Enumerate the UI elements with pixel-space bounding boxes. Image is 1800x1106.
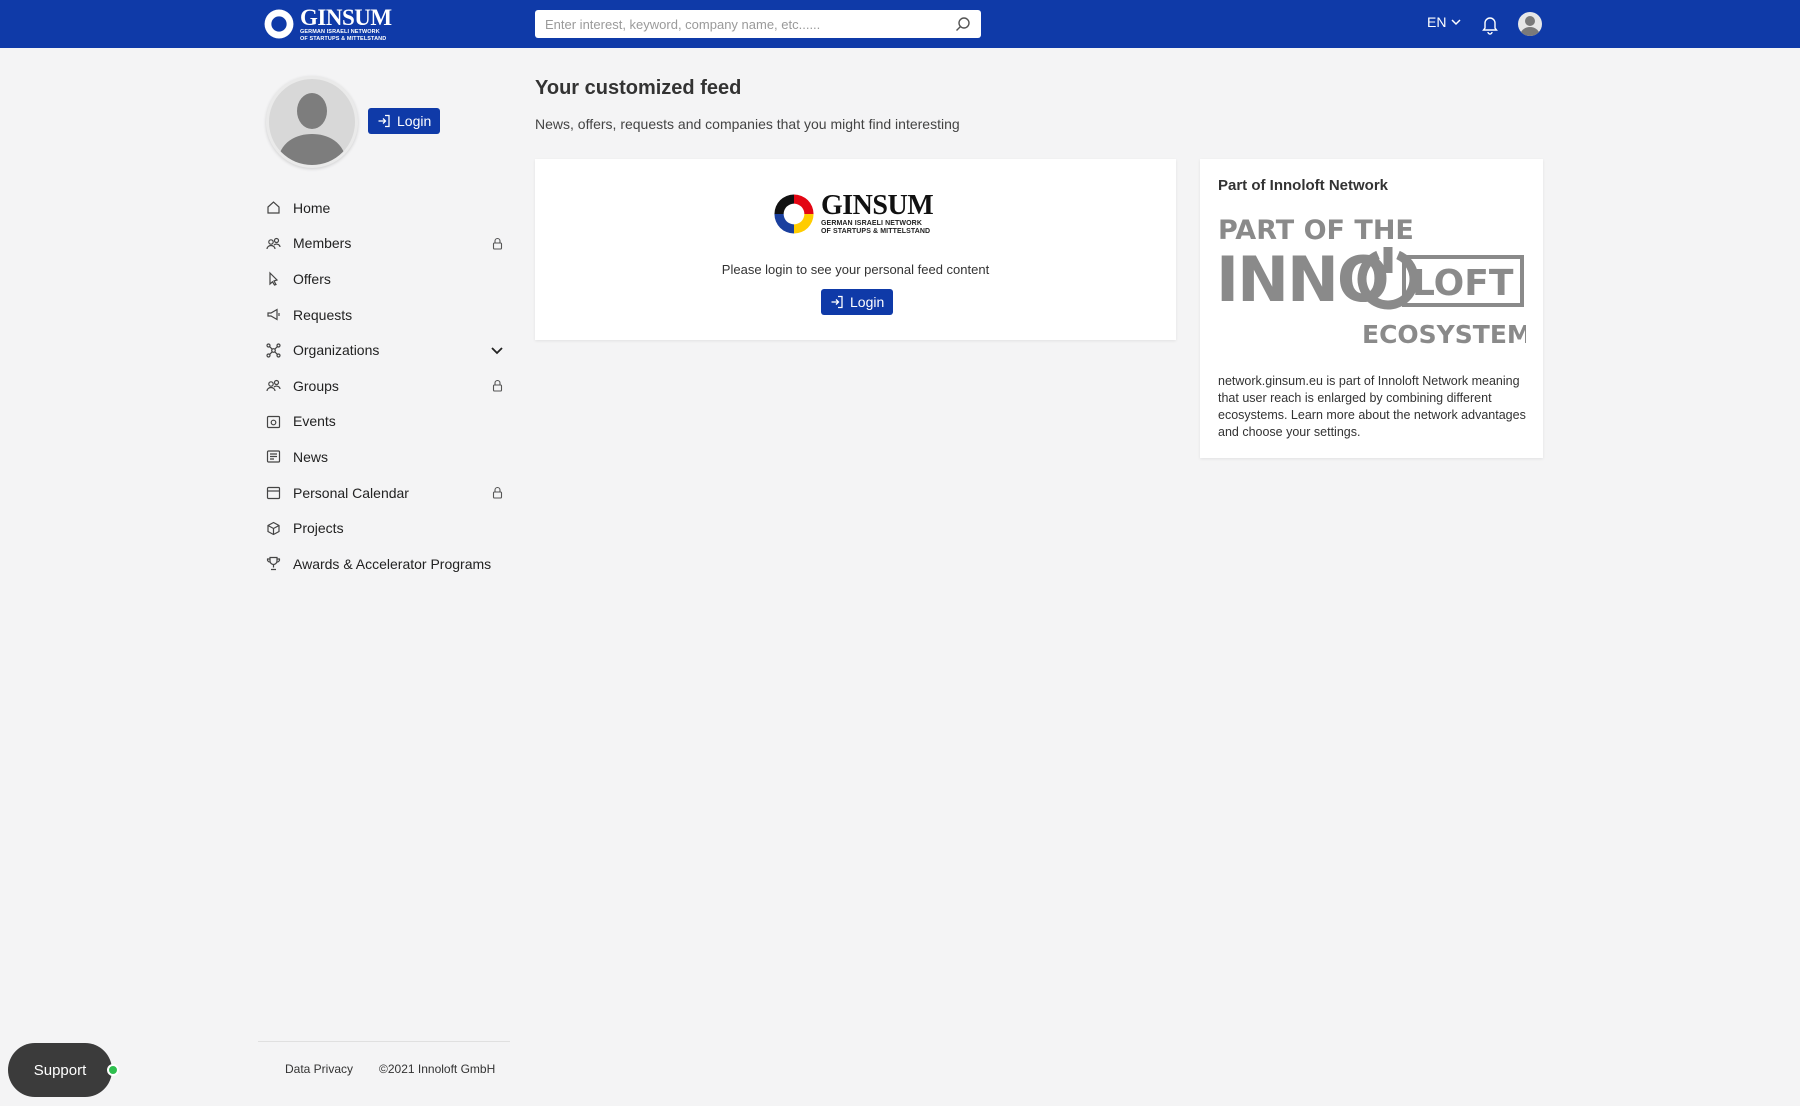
logo-line-1: PART OF THE (1218, 215, 1414, 246)
sidebar-item-label: News (293, 448, 329, 465)
sidebar-nav: Home Members Offers Requests Organizatio… (266, 190, 504, 582)
home-icon (267, 201, 280, 214)
sidebar-item-label: Events (293, 413, 336, 430)
sidebar-item-requests[interactable]: Requests (266, 297, 504, 333)
chevron-down-icon[interactable] (490, 343, 504, 357)
sidebar-item-label: Offers (293, 270, 331, 287)
sidebar-item-members[interactable]: Members (266, 226, 504, 262)
sidebar-item-label: Groups (293, 377, 339, 394)
logo-ecosystem: ECOSYSTEM (1362, 320, 1526, 349)
sidebar-item-label: Members (293, 235, 352, 252)
logo-loft: LOFT (1412, 263, 1514, 304)
brand-subtitle-line: OF STARTUPS & MITTELSTAND (821, 228, 931, 235)
search-icon[interactable] (955, 16, 971, 32)
sidebar-footer: Data Privacy ©2021 Innoloft GmbH (285, 1062, 495, 1076)
sidebar-item-groups[interactable]: Groups (266, 368, 504, 404)
sidebar-item-home[interactable]: Home (266, 190, 504, 226)
megaphone-icon (267, 308, 280, 321)
brand-logo[interactable]: GINSUM GERMAN ISRAELI NETWORK OF STARTUP… (262, 6, 392, 42)
login-icon (831, 295, 843, 309)
data-privacy-link[interactable]: Data Privacy (285, 1062, 353, 1076)
page-subtitle: News, offers, requests and companies tha… (535, 116, 960, 132)
search-input[interactable] (545, 16, 955, 32)
ginsum-logo-icon (264, 9, 294, 39)
feed-login-card: GINSUM GERMAN ISRAELI NETWORK OF STARTUP… (535, 159, 1176, 340)
profile-avatar (266, 76, 358, 168)
innoloft-network-card: Part of Innoloft Network PART OF THE INN… (1200, 159, 1543, 458)
news-icon (266, 450, 281, 464)
lock-icon (492, 380, 503, 392)
language-selector[interactable]: EN (1427, 14, 1462, 30)
network-description: network.ginsum.eu is part of Innoloft Ne… (1218, 374, 1526, 439)
sidebar-item-label: Projects (293, 520, 344, 537)
cube-icon (267, 521, 280, 535)
feed-login-button[interactable]: Login (821, 289, 894, 315)
sidebar-item-news[interactable]: News (266, 439, 504, 475)
online-status-indicator (107, 1064, 119, 1076)
bell-icon[interactable] (1479, 13, 1501, 35)
network-card-title: Part of Innoloft Network (1218, 177, 1388, 194)
brand-name: GINSUM (300, 5, 392, 31)
groups-icon (266, 380, 281, 392)
events-icon (266, 415, 281, 428)
chevron-down-icon (1451, 19, 1461, 26)
sidebar-item-label: Home (293, 199, 331, 216)
page-title: Your customized feed (535, 77, 742, 99)
sidebar-item-events[interactable]: Events (266, 404, 504, 440)
search-bar (535, 10, 981, 38)
sidebar-item-awards[interactable]: Awards & Accelerator Programs (266, 546, 504, 582)
innoloft-ecosystem-logo[interactable]: PART OF THE INNO LOFT ECOSYSTEM (1216, 211, 1526, 351)
user-silhouette-icon (277, 93, 347, 165)
sidebar-item-organizations[interactable]: Organizations (266, 332, 504, 368)
sidebar-item-label: Personal Calendar (293, 484, 409, 501)
calendar-icon (266, 486, 281, 500)
sidebar-login-button[interactable]: Login (368, 108, 441, 134)
sidebar-item-label: Awards & Accelerator Programs (293, 555, 492, 572)
copyright-text: ©2021 Innoloft GmbH (379, 1062, 496, 1076)
sidebar-item-offers[interactable]: Offers (266, 261, 504, 297)
lock-icon (492, 237, 503, 250)
offers-icon (269, 272, 279, 287)
sidebar-item-label: Organizations (293, 342, 380, 359)
sidebar-item-personal-calendar[interactable]: Personal Calendar (266, 475, 504, 511)
avatar[interactable] (1518, 12, 1542, 36)
sidebar-item-label: Requests (293, 306, 353, 323)
brand-subtitle-line: OF STARTUPS & MITTELSTAND (300, 35, 387, 42)
brand-subtitle-line: GERMAN ISRAELI NETWORK (821, 219, 922, 227)
lock-icon (492, 487, 503, 499)
language-label: EN (1427, 14, 1447, 30)
top-navigation-bar: GINSUM GERMAN ISRAELI NETWORK OF STARTUP… (0, 0, 1800, 48)
ginsum-card-logo: GINSUM GERMAN ISRAELI NETWORK OF STARTUP… (771, 189, 934, 237)
ginsum-logo-icon (774, 194, 814, 234)
login-prompt-text: Please login to see your personal feed c… (721, 262, 990, 277)
sidebar-footer-divider (258, 1041, 510, 1042)
support-button[interactable]: Support (8, 1043, 112, 1097)
support-label: Support (33, 1061, 87, 1079)
trophy-icon (266, 557, 281, 571)
login-icon (378, 114, 390, 128)
user-icon (1520, 16, 1540, 36)
sidebar-item-projects[interactable]: Projects (266, 510, 504, 546)
brand-name: GINSUM (821, 189, 934, 221)
members-icon (266, 237, 281, 250)
login-label: Login (397, 113, 432, 129)
organizations-icon (266, 343, 281, 358)
login-label: Login (850, 294, 885, 310)
